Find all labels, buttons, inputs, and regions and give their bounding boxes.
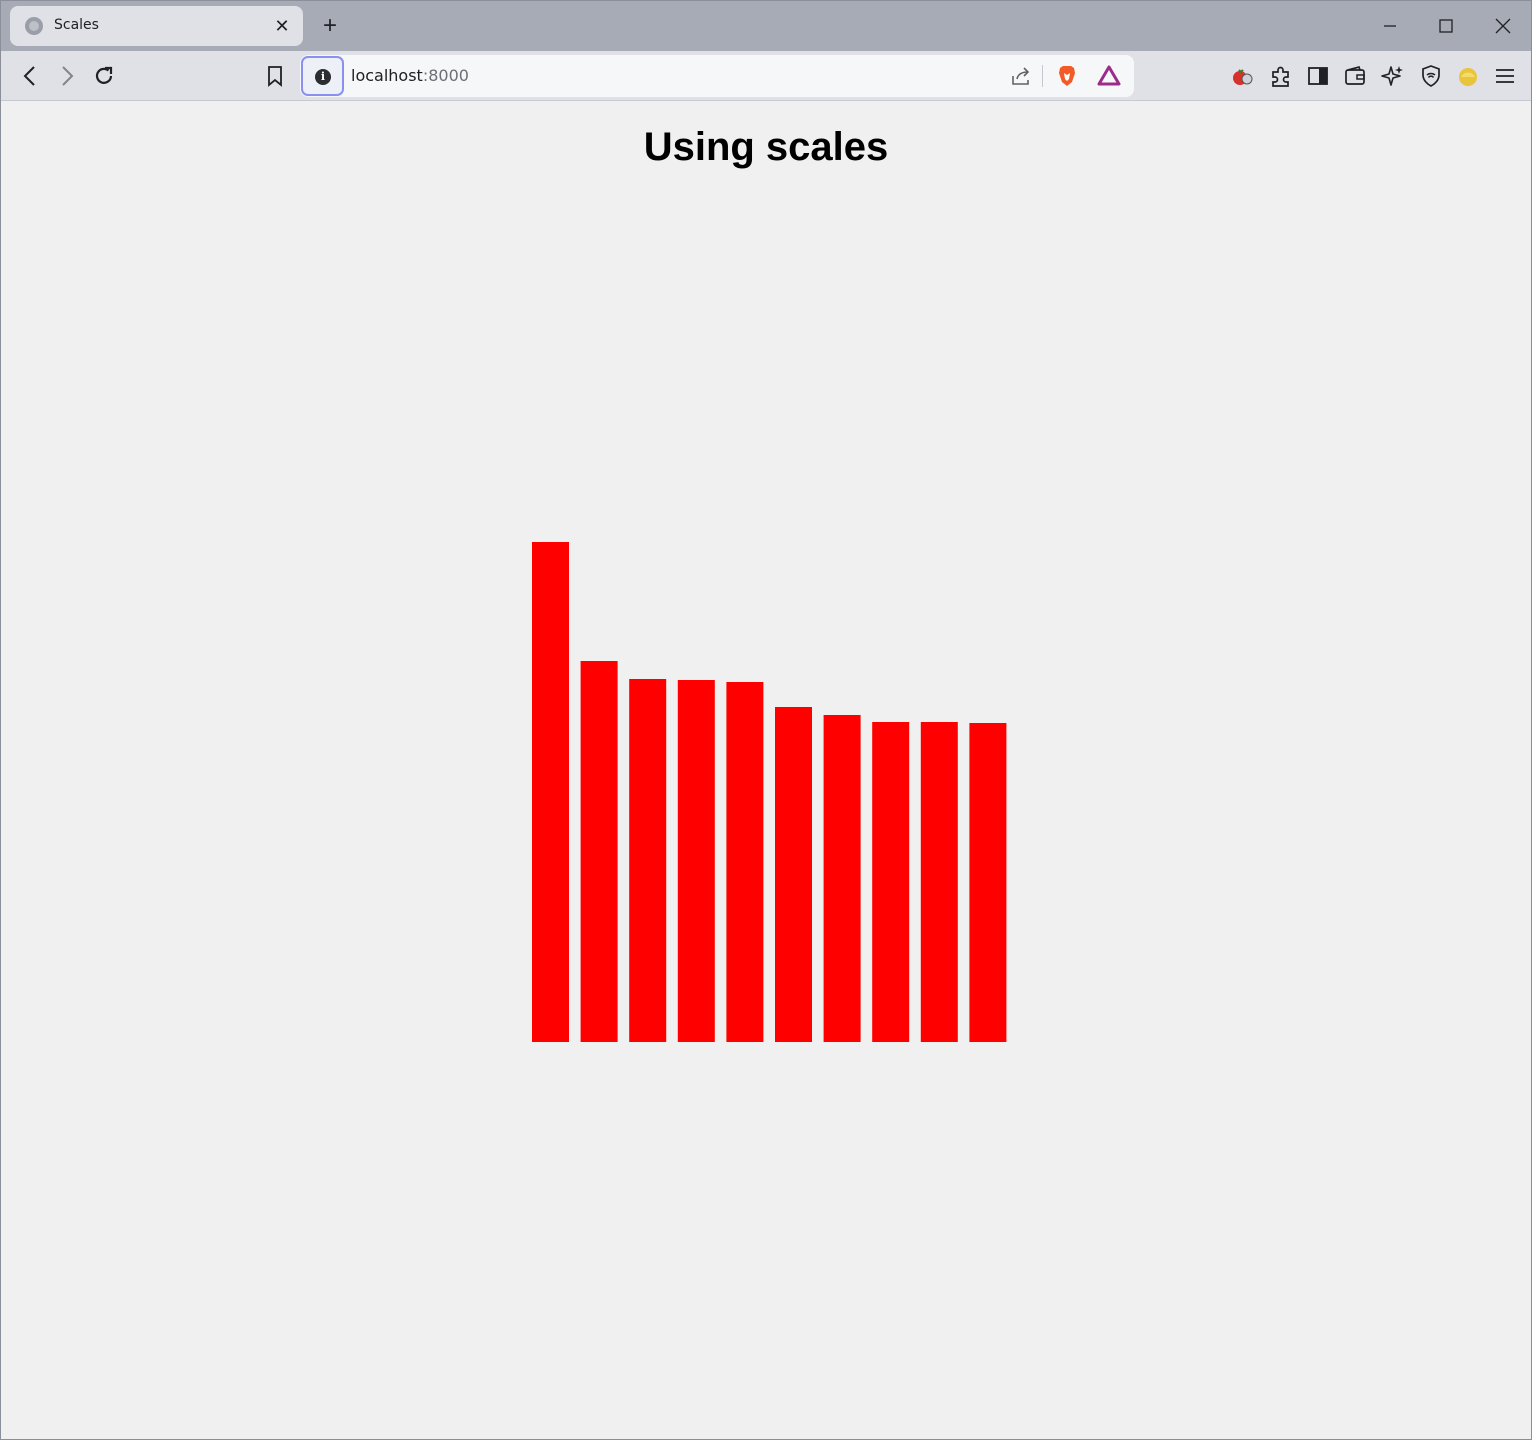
forward-icon[interactable] xyxy=(54,63,80,89)
bar-8 xyxy=(872,722,910,1042)
share-icon[interactable] xyxy=(1009,64,1033,88)
bar-7 xyxy=(823,715,861,1042)
menu-icon[interactable] xyxy=(1492,63,1518,89)
site-info-button[interactable]: i xyxy=(301,56,344,96)
plus-icon[interactable]: + xyxy=(317,13,343,39)
address-bar[interactable]: i localhost:8000 xyxy=(300,55,1134,97)
minimize-icon[interactable] xyxy=(1379,15,1401,37)
url-text[interactable]: localhost:8000 xyxy=(351,66,469,85)
coin-extension-icon[interactable] xyxy=(1455,63,1481,89)
browser-window: Scales ✕ + i localhost:8000 Using scales xyxy=(0,0,1532,1440)
bar-5 xyxy=(726,682,764,1042)
bar-3 xyxy=(629,679,667,1042)
bar-9 xyxy=(920,722,958,1042)
maximize-icon[interactable] xyxy=(1435,15,1457,37)
sidebar-icon[interactable] xyxy=(1305,63,1331,89)
url-port: :8000 xyxy=(422,66,469,85)
bar-4 xyxy=(677,680,715,1042)
leo-ai-icon[interactable] xyxy=(1380,63,1406,89)
bar-1 xyxy=(532,542,569,1042)
window-close-icon[interactable] xyxy=(1492,15,1514,37)
wallet-icon[interactable] xyxy=(1342,63,1368,89)
bar-6 xyxy=(775,707,812,1042)
puzzle-icon[interactable] xyxy=(1268,63,1294,89)
tab-scales[interactable]: Scales ✕ xyxy=(10,6,303,46)
bar-10 xyxy=(969,723,1007,1042)
back-icon[interactable] xyxy=(17,63,43,89)
bar-2 xyxy=(580,661,618,1042)
vpn-icon[interactable] xyxy=(1418,63,1444,89)
tab-title: Scales xyxy=(54,17,99,33)
brave-shield-icon[interactable] xyxy=(1055,64,1079,88)
reload-icon[interactable] xyxy=(91,63,117,89)
globe-icon xyxy=(25,17,43,35)
bookmark-icon[interactable] xyxy=(262,63,288,89)
tomato-extension-icon[interactable] xyxy=(1230,63,1256,89)
brave-rewards-icon[interactable] xyxy=(1097,64,1121,88)
bar-chart xyxy=(532,542,1007,1042)
url-host: localhost xyxy=(351,66,423,85)
omnibox-divider xyxy=(1042,65,1043,87)
browser-toolbar: i localhost:8000 xyxy=(1,51,1531,101)
info-icon: i xyxy=(315,69,331,85)
close-icon[interactable]: ✕ xyxy=(271,15,293,37)
page-content: Using scales xyxy=(1,102,1531,1439)
tab-strip: Scales ✕ + xyxy=(1,1,1531,51)
